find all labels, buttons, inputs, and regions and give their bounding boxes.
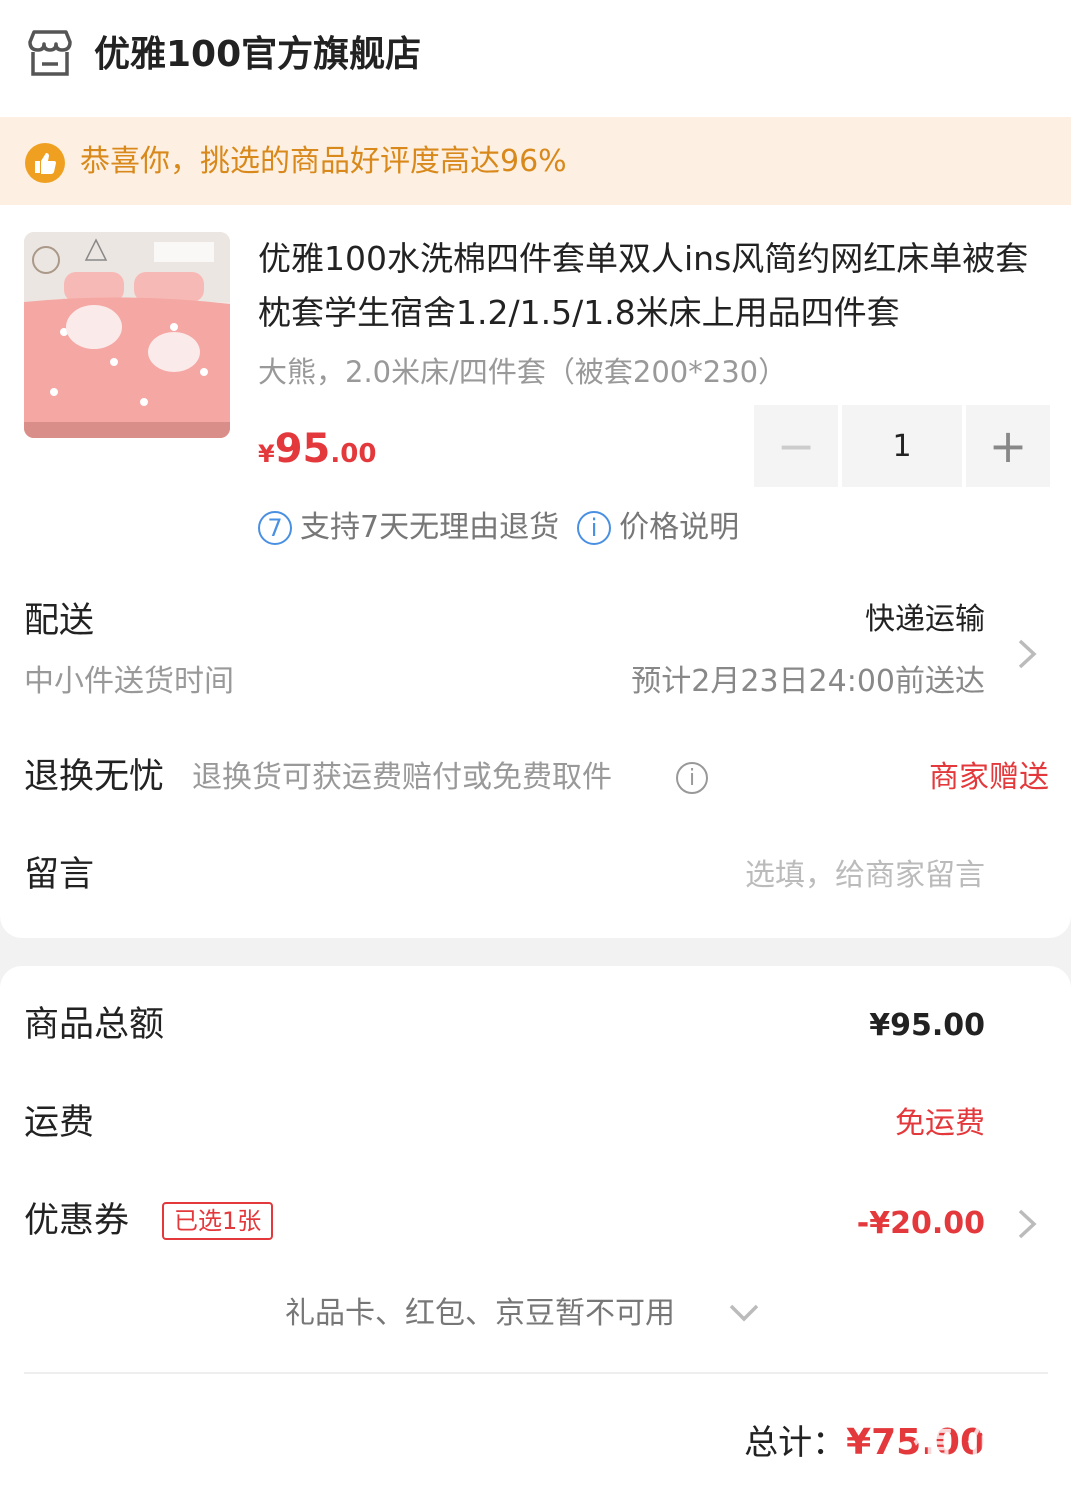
delivery-method[interactable]: 快递运输	[865, 598, 985, 642]
product-price: ¥95.00	[258, 424, 376, 482]
return-info-icon[interactable]: i	[676, 762, 708, 794]
message-input[interactable]: 选填，给商家留言	[745, 854, 985, 898]
delivery-label: 配送	[24, 601, 95, 641]
return-policy-text[interactable]: 支持7天无理由退货	[300, 506, 559, 550]
return-worry-free-label: 退换无忧	[24, 757, 165, 797]
banner-text: 恭喜你，挑选的商品好评度高达96%	[80, 144, 567, 179]
increase-quantity-button[interactable]: +	[966, 405, 1050, 487]
seven-day-return-icon: 7	[258, 511, 292, 545]
watermark: 值 值 值 zhizhizhi.com	[913, 1423, 1061, 1493]
decrease-quantity-button[interactable]: −	[754, 405, 838, 487]
goods-total-value: ¥95.00	[869, 1008, 985, 1043]
shipping-value: 免运费	[895, 1106, 985, 1141]
total-label: 总计：	[744, 1423, 847, 1463]
price-info-icon: i	[577, 511, 612, 545]
price-currency: ¥	[258, 440, 275, 468]
price-integer: 95	[274, 426, 331, 472]
message-label: 留言	[24, 855, 95, 895]
coupon-value[interactable]: -¥20.00	[857, 1202, 985, 1246]
delivery-time-label: 中小件送货时间	[24, 664, 234, 699]
product-spec[interactable]: 大熊，2.0米床/四件套（被套200*230）	[258, 350, 787, 394]
watermark-logo: 值 值 值	[913, 1423, 1061, 1469]
unavailable-payment-text[interactable]: 礼品卡、红包、京豆暂不可用	[285, 1292, 675, 1336]
thumbs-up-icon	[25, 143, 65, 183]
store-name[interactable]: 优雅100官方旗舰店	[94, 30, 421, 80]
quantity-stepper: − 1 +	[754, 405, 1050, 487]
coupon-label: 优惠券	[24, 1201, 130, 1241]
price-decimal: .00	[330, 439, 377, 469]
coupon-selected-tag[interactable]: 已选1张	[162, 1202, 274, 1240]
store-icon	[28, 30, 72, 76]
return-worry-free-desc: 退换货可获运费赔付或免费取件	[192, 760, 612, 795]
chevron-down-icon[interactable]	[728, 1302, 760, 1324]
product-title[interactable]: 优雅100水洗棉四件套单双人ins风简约网红床单被套枕套学生宿舍1.2/1.5/…	[258, 232, 1038, 340]
return-worry-free-value: 商家赠送	[929, 760, 1049, 795]
service-badges: 7 支持7天无理由退货 i 价格说明	[258, 506, 739, 550]
delivery-eta[interactable]: 预计2月23日24:00前送达	[631, 660, 985, 704]
coupon-chevron-right-icon[interactable]	[1016, 1208, 1038, 1240]
quantity-value[interactable]: 1	[842, 405, 962, 487]
price-explanation-link[interactable]: 价格说明	[619, 506, 739, 550]
watermark-url: zhizhizhi.com	[925, 1469, 1061, 1493]
summary-divider	[24, 1372, 1048, 1374]
product-image[interactable]	[24, 232, 230, 438]
goods-total-label: 商品总额	[24, 1005, 165, 1045]
delivery-chevron-right-icon[interactable]	[1016, 638, 1038, 670]
shipping-label: 运费	[24, 1103, 95, 1143]
